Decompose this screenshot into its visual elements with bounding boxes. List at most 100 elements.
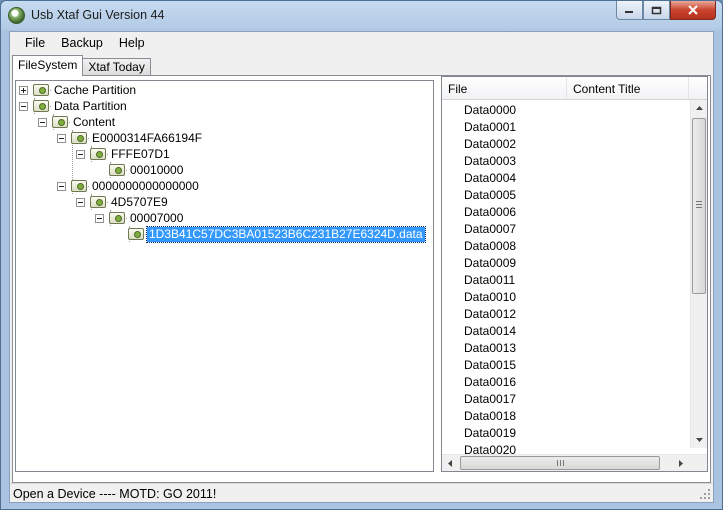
expand-icon[interactable] bbox=[19, 86, 28, 95]
chevron-right-icon bbox=[679, 459, 683, 467]
list-item[interactable]: Data0004 bbox=[442, 170, 694, 187]
vertical-scrollbar[interactable] bbox=[690, 100, 707, 448]
scroll-left-button[interactable] bbox=[442, 455, 458, 471]
grip-icon bbox=[557, 460, 564, 466]
list-item[interactable]: Data0018 bbox=[442, 408, 694, 425]
list-item[interactable]: Data0000 bbox=[442, 102, 694, 119]
collapse-icon[interactable] bbox=[95, 214, 104, 223]
menu-bar: File Backup Help bbox=[10, 32, 713, 54]
resize-grip-icon[interactable] bbox=[699, 488, 711, 500]
tab-filesystem[interactable]: FileSystem bbox=[12, 55, 84, 76]
vertical-scroll-thumb[interactable] bbox=[692, 118, 706, 294]
scroll-down-button[interactable] bbox=[691, 432, 707, 448]
folder-icon bbox=[90, 148, 106, 160]
caption-buttons bbox=[616, 1, 716, 21]
drive-icon bbox=[33, 84, 49, 96]
file-list[interactable]: File Content Title Data0000 Data0001 Data0… bbox=[441, 76, 708, 472]
folder-icon bbox=[109, 164, 125, 176]
column-header-content-title[interactable]: Content Title bbox=[567, 77, 689, 99]
list-item[interactable]: Data0009 bbox=[442, 255, 694, 272]
tree-node-data-file[interactable]: 1D3B41C57DC3BA01523B6C231B27E6324D.data bbox=[128, 225, 426, 243]
close-icon bbox=[688, 5, 698, 15]
list-item[interactable]: Data0011 bbox=[442, 272, 694, 289]
list-item[interactable]: Data0003 bbox=[442, 153, 694, 170]
tree-node-cache-partition[interactable]: Cache Partition bbox=[33, 82, 138, 98]
tree-node-label: Data Partition bbox=[54, 98, 127, 113]
tree-node-label: 00007000 bbox=[130, 210, 184, 225]
chevron-left-icon bbox=[448, 459, 452, 467]
maximize-button[interactable] bbox=[643, 1, 670, 20]
minimize-icon bbox=[625, 11, 633, 13]
list-header: File Content Title bbox=[442, 77, 707, 100]
tree-node-label: 00010000 bbox=[130, 162, 184, 177]
collapse-icon[interactable] bbox=[57, 134, 66, 143]
minimize-button[interactable] bbox=[616, 1, 643, 20]
tree-node-label: FFFE07D1 bbox=[111, 146, 170, 161]
drive-icon bbox=[33, 100, 49, 112]
list-item[interactable]: Data0012 bbox=[442, 306, 694, 323]
status-text: Open a Device ---- MOTD: GO 2011! bbox=[13, 487, 217, 501]
list-item[interactable]: Data0016 bbox=[442, 374, 694, 391]
chevron-up-icon bbox=[695, 106, 703, 110]
grip-icon bbox=[696, 201, 702, 208]
tree-node-label: Content bbox=[73, 114, 116, 129]
maximize-icon bbox=[651, 6, 662, 14]
collapse-icon[interactable] bbox=[57, 182, 66, 191]
chevron-down-icon bbox=[695, 438, 703, 442]
tree-node-label: Cache Partition bbox=[54, 82, 137, 97]
scroll-right-button[interactable] bbox=[673, 455, 689, 471]
folder-icon bbox=[71, 180, 87, 192]
client-area: File Backup Help FileSystem Xtaf Today C… bbox=[9, 31, 714, 503]
tab-strip: FileSystem Xtaf Today bbox=[12, 55, 151, 76]
list-item[interactable]: Data0008 bbox=[442, 238, 694, 255]
tree-node-content-type-2[interactable]: 00007000 bbox=[109, 210, 185, 226]
list-item[interactable]: Data0002 bbox=[442, 136, 694, 153]
tree-node-content-type[interactable]: 00010000 bbox=[109, 162, 185, 178]
column-header-file[interactable]: File bbox=[442, 77, 567, 99]
app-icon[interactable] bbox=[8, 7, 25, 24]
close-button[interactable] bbox=[670, 1, 716, 20]
list-item[interactable]: Data0015 bbox=[442, 357, 694, 374]
collapse-icon[interactable] bbox=[76, 150, 85, 159]
title-bar[interactable]: Usb Xtaf Gui Version 44 bbox=[1, 1, 722, 31]
list-item[interactable]: Data0017 bbox=[442, 391, 694, 408]
collapse-icon[interactable] bbox=[38, 118, 47, 127]
scroll-up-button[interactable] bbox=[691, 100, 707, 116]
list-item[interactable]: Data0001 bbox=[442, 119, 694, 136]
horizontal-scroll-thumb[interactable] bbox=[460, 456, 660, 470]
list-rows: Data0000 Data0001 Data0002 Data0003 Data0004… bbox=[442, 102, 694, 459]
tree-node-data-partition[interactable]: Data Partition bbox=[33, 98, 129, 114]
tab-xtaf-today[interactable]: Xtaf Today bbox=[82, 58, 151, 76]
list-item[interactable]: Data0007 bbox=[442, 221, 694, 238]
menu-backup[interactable]: Backup bbox=[53, 32, 111, 54]
folder-icon bbox=[90, 196, 106, 208]
collapse-icon[interactable] bbox=[76, 198, 85, 207]
horizontal-scrollbar[interactable] bbox=[442, 454, 707, 471]
tree-node-title-id-2[interactable]: 4D5707E9 bbox=[90, 194, 170, 210]
list-item[interactable]: Data0019 bbox=[442, 425, 694, 442]
collapse-icon[interactable] bbox=[19, 102, 28, 111]
tree-node-shared[interactable]: 0000000000000000 bbox=[71, 178, 201, 194]
list-item[interactable]: Data0005 bbox=[442, 187, 694, 204]
filesystem-tab-page: Cache Partition Data Partition Content E… bbox=[12, 75, 711, 483]
partition-tree[interactable]: Cache Partition Data Partition Content E… bbox=[15, 80, 434, 472]
tree-node-label: 0000000000000000 bbox=[92, 178, 199, 193]
folder-icon bbox=[52, 116, 68, 128]
folder-icon bbox=[71, 132, 87, 144]
list-item[interactable]: Data0013 bbox=[442, 340, 694, 357]
list-item[interactable]: Data0010 bbox=[442, 289, 694, 306]
tree-node-profile[interactable]: E0000314FA66194F bbox=[71, 130, 204, 146]
app-window: Usb Xtaf Gui Version 44 File Backup Help… bbox=[0, 0, 723, 510]
list-item[interactable]: Data0006 bbox=[442, 204, 694, 221]
tree-node-label: E0000314FA66194F bbox=[92, 130, 203, 145]
tree-node-content[interactable]: Content bbox=[52, 114, 117, 130]
tree-node-title-id[interactable]: FFFE07D1 bbox=[90, 146, 172, 162]
tree-node-label: 4D5707E9 bbox=[111, 194, 168, 209]
tree-node-label-selected: 1D3B41C57DC3BA01523B6C231B27E6324D.data bbox=[146, 225, 426, 243]
list-item[interactable]: Data0014 bbox=[442, 323, 694, 340]
folder-icon bbox=[109, 212, 125, 224]
menu-help[interactable]: Help bbox=[111, 32, 153, 54]
menu-file[interactable]: File bbox=[17, 32, 53, 54]
file-icon bbox=[128, 228, 144, 240]
window-title: Usb Xtaf Gui Version 44 bbox=[31, 8, 165, 22]
